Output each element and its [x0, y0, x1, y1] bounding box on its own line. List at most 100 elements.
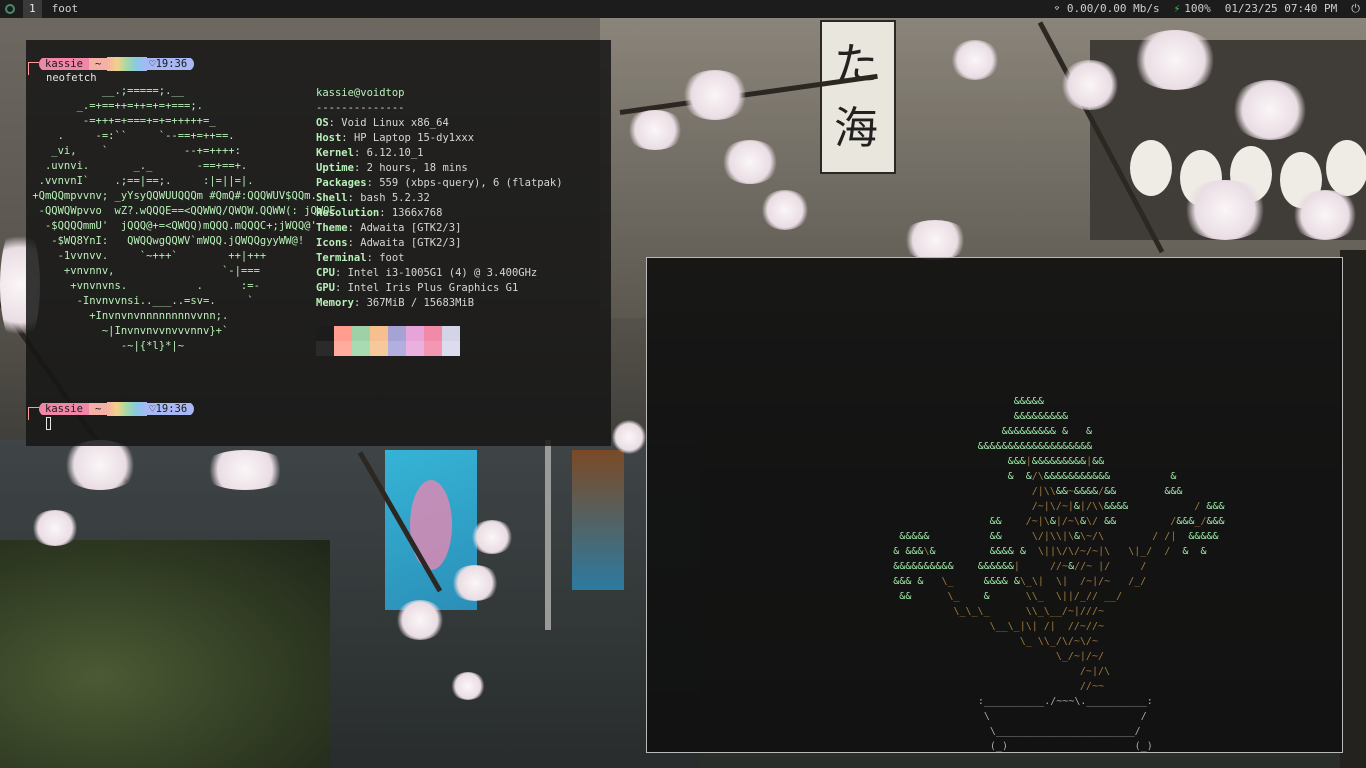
terminal-window-bonsai[interactable]: &&&&& &&&&&&&&& &&&&&&&&& & & &&&&&&&&&&… — [646, 257, 1343, 753]
wallpaper-right-edge — [1340, 250, 1366, 768]
info-row: Packages: 559 (xbps-query), 6 (flatpak) — [316, 176, 606, 191]
prompt-user: kassie — [39, 403, 89, 415]
blossom — [450, 565, 500, 601]
info-key: Icons — [316, 237, 348, 249]
info-row: GPU: Intel Iris Plus Graphics G1 — [316, 281, 606, 296]
network-speed: 0.00/0.00 Mb/s — [1066, 2, 1160, 15]
palette-swatch — [388, 326, 406, 356]
info-row: Kernel: 6.12.10_1 — [316, 146, 606, 161]
prompt-gradient — [107, 402, 148, 416]
info-value: : Adwaita [GTK2/3] — [347, 222, 462, 234]
info-row: Host: HP Laptop 15-dy1xxx — [316, 131, 606, 146]
info-row: Resolution: 1366x768 — [316, 206, 606, 221]
info-row: Uptime: 2 hours, 18 mins — [316, 161, 606, 176]
blossom — [1180, 180, 1270, 240]
clock[interactable]: 01/23/25 07:40 PM — [1225, 0, 1338, 18]
blossom — [1060, 60, 1120, 110]
info-key: Theme — [316, 222, 348, 234]
bonsai-line: & &&&\& &&&& & \||\/\/~/~|\ \|_/ / & & — [893, 546, 1207, 557]
bonsai-line: &&&|&&&&&&&&&|&& — [1007, 456, 1105, 467]
info-key: Terminal — [316, 252, 367, 264]
palette-swatch — [334, 326, 352, 356]
bonsai-line: &&&&& && \/|\\|\&\~/\ / /| &&&&& — [899, 531, 1219, 542]
info-row: Icons: Adwaita [GTK2/3] — [316, 236, 606, 251]
info-value: : HP Laptop 15-dy1xxx — [341, 132, 475, 144]
blossom — [612, 420, 646, 454]
info-user-host: kassie@voidtop — [316, 87, 405, 99]
prompt-time-text: 19:36 — [155, 58, 188, 70]
prompt-time: ♡19:36 — [147, 58, 195, 70]
palette-swatch — [352, 326, 370, 356]
info-value: : 1366x768 — [379, 207, 443, 219]
info-key: CPU — [316, 267, 335, 279]
blossom — [1230, 80, 1310, 140]
void-ascii-logo: __.;=====;.__ _.=+==++=++=+=+===;. -=+++… — [32, 85, 336, 352]
wallpaper-pole — [545, 440, 551, 630]
info-key: GPU — [316, 282, 335, 294]
terminal-window-neofetch[interactable]: kassie ~ ♡19:36 neofetch __.;=====;.__ _… — [26, 40, 611, 446]
info-row: Theme: Adwaita [GTK2/3] — [316, 221, 606, 236]
info-value: : 559 (xbps-query), 6 (flatpak) — [366, 177, 563, 189]
text-cursor[interactable] — [46, 417, 51, 430]
info-separator: -------------- — [316, 102, 405, 114]
info-key: Host — [316, 132, 342, 144]
palette-swatch — [442, 326, 460, 356]
bonsai-line: \_\_\_ \\_\__/~|///~ — [815, 606, 1104, 617]
prompt-bracket — [28, 61, 39, 75]
color-palette — [316, 326, 460, 356]
bonsai-line: && \_ & \\_ \||/_// __/ — [899, 591, 1123, 602]
shell-prompt: kassie ~ ♡19:36 — [28, 401, 195, 420]
palette-swatch — [316, 326, 334, 356]
bonsai-line: &&&&&&&&&&&&&&&&&&& — [977, 441, 1093, 452]
blossom — [470, 520, 514, 554]
info-value: : 2 hours, 18 mins — [353, 162, 468, 174]
bonsai-line: \_ \\_/\/~\/~ — [815, 636, 1098, 647]
blossom — [900, 220, 970, 260]
bonsai-line: &&&&&&&&& — [1013, 411, 1068, 422]
workspace-button-1[interactable]: 1 — [23, 0, 42, 18]
blossom — [200, 450, 290, 490]
prompt-time: ♡19:36 — [147, 403, 195, 415]
battery-level: 100% — [1184, 2, 1211, 15]
blossom — [1290, 190, 1360, 240]
prompt-gradient — [107, 57, 148, 71]
wallpaper-bushes — [0, 540, 330, 768]
bonsai-line: (_) (_) — [989, 741, 1153, 752]
bonsai-line: & &/\&&&&&&&&&&& & — [1007, 471, 1177, 482]
info-value: : 367MiB / 15683MiB — [353, 297, 475, 309]
info-row: OS: Void Linux x86_64 — [316, 116, 606, 131]
prompt-pill: kassie ~ ♡19:36 — [39, 57, 195, 71]
bonsai-line: \__\_|\| /| //~//~ — [815, 621, 1104, 632]
blossom — [30, 510, 80, 546]
bonsai-line: && /~|\&|/~\&\/ && /&&&_/&&& — [989, 516, 1225, 527]
bonsai-line: &&&&& — [1013, 396, 1044, 407]
void-linux-logo-icon[interactable] — [5, 4, 15, 14]
bonsai-line: /|\\&&~&&&&/&& &&& — [815, 486, 1183, 497]
info-key: OS — [316, 117, 329, 129]
info-row: Terminal: foot — [316, 251, 606, 266]
info-key: Uptime — [316, 162, 354, 174]
blossom — [680, 70, 750, 120]
bonsai-line: /~|\/~|&|/\\&&&& / &&& — [815, 501, 1225, 512]
info-row: Shell: bash 5.2.32 — [316, 191, 606, 206]
battery-icon: ⚡ — [1173, 2, 1181, 15]
prompt-time-text: 19:36 — [155, 403, 188, 415]
wallpaper-hanging-sign: た海 — [820, 20, 896, 174]
info-value: : foot — [366, 252, 405, 264]
blossom — [760, 190, 810, 230]
bonsai-ascii-art: &&&&& &&&&&&&&& &&&&&&&&& & & &&&&&&&&&&… — [815, 394, 1225, 754]
network-status[interactable]: ⌔ 0.00/0.00 Mb/s — [1054, 0, 1160, 18]
blossom — [395, 600, 445, 640]
blossom — [60, 440, 140, 490]
command-text: neofetch — [46, 72, 97, 84]
power-icon[interactable]: ⏻ — [1351, 0, 1360, 18]
bonsai-line: \ / — [983, 711, 1147, 722]
prompt-pill: kassie ~ ♡19:36 — [39, 402, 195, 416]
prompt-bracket — [28, 406, 39, 420]
battery-status[interactable]: ⚡ 100% — [1174, 0, 1211, 18]
info-value: : 6.12.10_1 — [353, 147, 424, 159]
palette-swatch — [406, 326, 424, 356]
info-value: : Intel Iris Plus Graphics G1 — [334, 282, 519, 294]
info-key: Memory — [316, 297, 354, 309]
bonsai-line: \_/~|/~/ — [815, 651, 1104, 662]
